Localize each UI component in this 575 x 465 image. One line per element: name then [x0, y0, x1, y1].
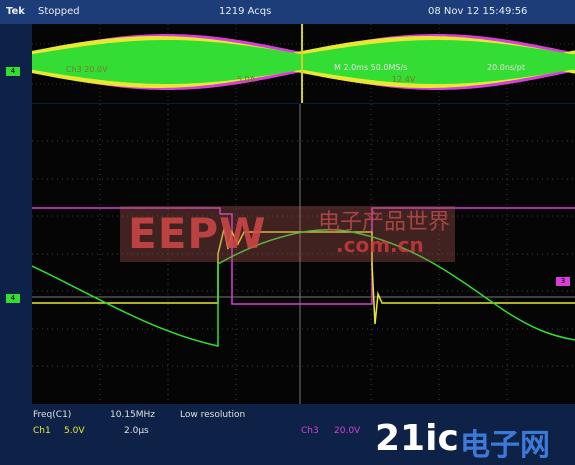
- ch3-label[interactable]: Ch3: [301, 426, 319, 436]
- measure-label: Freq(C1): [33, 410, 72, 420]
- acquisition-state: Stopped: [38, 6, 80, 17]
- ch3-marker[interactable]: 3: [556, 277, 570, 286]
- eepw-watermark: EEPW: [128, 209, 267, 258]
- site-watermark: 21ic: [375, 418, 459, 459]
- overview-ch3-label: Ch3 20.0V: [66, 65, 108, 74]
- ch3-scale[interactable]: 20.0V: [334, 426, 360, 436]
- measure-value: 10.15MHz: [110, 410, 156, 420]
- status-bar: Tek Stopped 1219 Acqs 08 Nov 12 15:49:56: [0, 0, 575, 24]
- eepw-watermark-cn: 电子产品世界: [318, 210, 451, 235]
- oscilloscope-screen: Tek Stopped 1219 Acqs 08 Nov 12 15:49:56…: [0, 0, 575, 465]
- overview-waveform-svg: Ch3 20.0V 5.0A M 2.0ms 50.0MS/s 20.0ns/p…: [32, 24, 575, 103]
- datetime: 08 Nov 12 15:49:56: [428, 6, 528, 17]
- site-watermark-cn: 电子网: [460, 428, 550, 463]
- timebase-readout[interactable]: 2.0μs: [124, 426, 149, 436]
- brand-label: Tek: [6, 6, 25, 17]
- overview-waveform-pane: Ch3 20.0V 5.0A M 2.0ms 50.0MS/s 20.0ns/p…: [32, 24, 575, 103]
- overview-envelope-ch2: [32, 40, 575, 84]
- overview-level: 12.4V: [392, 75, 416, 84]
- overview-ptpt: 20.0ns/pt: [487, 63, 525, 72]
- overview-envelopes: [32, 34, 575, 90]
- measure-note: Low resolution: [180, 410, 246, 420]
- overview-channel-marker[interactable]: 4: [6, 67, 20, 76]
- channel-marker-strip: [0, 24, 32, 424]
- eepw-watermark-url: .com.cn: [336, 233, 424, 257]
- overview-ch2-label: 5.0A: [237, 75, 256, 84]
- acquisition-count: 1219 Acqs: [219, 6, 272, 17]
- overview-timebase: M 2.0ms 50.0MS/s: [334, 63, 407, 72]
- ch1-scale[interactable]: 5.0V: [64, 426, 84, 436]
- ch1-label[interactable]: Ch1: [33, 426, 51, 436]
- main-channel-marker[interactable]: 4: [6, 294, 20, 303]
